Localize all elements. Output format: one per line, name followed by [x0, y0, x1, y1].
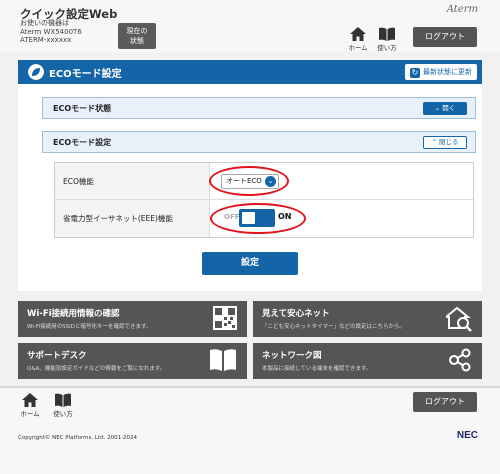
footer-help-button[interactable]: 使い方: [51, 393, 75, 418]
tile-mieru-anshin[interactable]: 見えて安心ネット 「こども安心ネットタイマー」などの設定はこちらから。: [253, 301, 482, 337]
highlight-ring: [209, 166, 289, 196]
eco-function-label: ECO機能: [55, 163, 210, 199]
tile-support-desk[interactable]: サポートデスク Q&A、機能別設定ガイドなどの情報をご覧になれます。: [18, 343, 247, 379]
highlight-ring: [210, 203, 306, 234]
eee-function-label: 省電力型イーサネット(EEE)機能: [55, 200, 210, 237]
tile-wifi-info-desc: Wi-Fi接続用のSSIDと暗号化キーを確認できます。: [27, 324, 152, 330]
footer-home-button[interactable]: ホーム: [18, 393, 42, 418]
copyright: Copyright© NEC Platforms, Ltd. 2001-2024: [18, 435, 138, 441]
chevron-up-icon: ⌃: [431, 138, 437, 146]
book-icon: [379, 27, 395, 41]
tile-wifi-info[interactable]: Wi-Fi接続用情報の確認 Wi-Fi接続用のSSIDと暗号化キーを確認できます…: [18, 301, 247, 337]
section-eco-status: ECOモード状態 ⌄ 開く: [42, 97, 476, 119]
tile-support-desk-title: サポートデスク: [27, 351, 87, 361]
panel-title: ECOモード設定: [49, 69, 122, 80]
home-icon: [350, 27, 366, 41]
section-eco-settings-label: ECOモード設定: [53, 138, 112, 147]
aterm-logo: Aterm: [446, 4, 478, 15]
device-info: お使いの機器は Aterm WX5400T6 ATERM-xxxxxx: [20, 19, 82, 45]
status-button-line1: 現在の: [126, 27, 148, 35]
refresh-button[interactable]: ↻ 最新状態に更新: [405, 64, 477, 80]
close-button-label: 閉じる: [439, 138, 459, 146]
footer-home-label: ホーム: [20, 410, 40, 418]
qr-code-icon: [213, 306, 237, 330]
leaf-icon: [28, 64, 44, 80]
tile-network-map-title: ネットワーク図: [262, 351, 322, 361]
device-model: Aterm WX5400T6: [20, 27, 82, 36]
tile-wifi-info-title: Wi-Fi接続用情報の確認: [27, 309, 120, 319]
chevron-down-icon: ⌄: [434, 104, 441, 112]
tile-mieru-anshin-title: 見えて安心ネット: [262, 309, 330, 319]
table-row: ECO機能 オートECO ⌄: [55, 163, 473, 200]
logout-button[interactable]: ログアウト: [413, 27, 477, 47]
tile-mieru-anshin-desc: 「こども安心ネットタイマー」などの設定はこちらから。: [262, 324, 406, 330]
book-icon: [210, 349, 236, 371]
network-icon: [449, 348, 471, 372]
refresh-icon: ↻: [410, 68, 420, 78]
book-icon: [55, 393, 71, 407]
table-row: 省電力型イーサネット(EEE)機能 OFF ON: [55, 200, 473, 237]
home-icon: [22, 393, 38, 407]
open-button-label: 開く: [442, 104, 456, 112]
open-button[interactable]: ⌄ 開く: [423, 102, 467, 115]
tile-network-map[interactable]: ネットワーク図 本製品に接続している端末を確認できます。: [253, 343, 482, 379]
status-button-line2: 状態: [130, 37, 144, 45]
nec-logo: NEC: [456, 430, 478, 441]
help-label: 使い方: [377, 44, 397, 52]
eco-mode-panel: ECOモード設定 ↻ 最新状態に更新 ECOモード状態 ⌄ 開く ECOモード設定…: [18, 60, 482, 291]
section-eco-status-label: ECOモード状態: [53, 104, 112, 113]
submit-button[interactable]: 設定: [202, 252, 298, 275]
tile-support-desk-desc: Q&A、機能別設定ガイドなどの情報をご覧になれます。: [27, 366, 166, 372]
panel-header: ECOモード設定 ↻ 最新状態に更新: [18, 60, 482, 84]
refresh-label: 最新状態に更新: [423, 68, 472, 76]
section-eco-settings: ECOモード設定 ⌃ 閉じる: [42, 131, 476, 153]
current-status-button[interactable]: 現在の 状態: [118, 23, 156, 49]
home-search-icon: [446, 306, 472, 332]
home-label: ホーム: [348, 44, 368, 52]
help-button[interactable]: 使い方: [375, 27, 399, 52]
device-label: お使いの機器は: [20, 19, 69, 27]
footer-help-label: 使い方: [53, 410, 73, 418]
tile-network-map-desc: 本製品に接続している端末を確認できます。: [262, 366, 372, 372]
close-button[interactable]: ⌃ 閉じる: [423, 136, 467, 149]
header: クイック設定Web お使いの機器は Aterm WX5400T6 ATERM-x…: [0, 0, 500, 52]
footer-logout-button[interactable]: ログアウト: [413, 392, 477, 412]
device-ssid: ATERM-xxxxxx: [20, 36, 72, 45]
settings-table: ECO機能 オートECO ⌄ 省電力型イーサネット(EEE)機能 OFF ON: [54, 162, 474, 238]
home-button[interactable]: ホーム: [346, 27, 370, 52]
